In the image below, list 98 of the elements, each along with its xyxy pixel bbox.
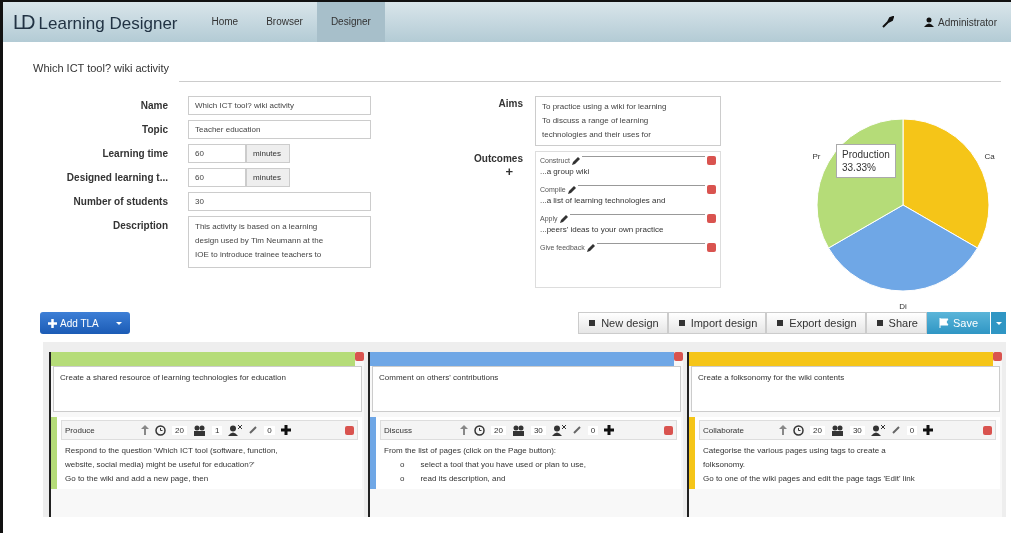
unit-addon: minutes — [246, 168, 290, 187]
description-text: Categorise the various pages using tags to create a — [703, 446, 886, 455]
description-text: Respond to the question 'Which ICT tool (software, function, — [65, 446, 278, 455]
field-label: Number of students — [72, 195, 168, 207]
delete-icon[interactable] — [664, 425, 673, 435]
activity-type-select[interactable]: Produce — [65, 425, 135, 435]
tla-title-field[interactable]: Create a shared resource of learning technologies for education — [53, 366, 362, 412]
input-field[interactable]: Teacher education — [188, 120, 371, 139]
field-label: Outcomes — [474, 153, 523, 164]
slice-label: Pr — [812, 152, 821, 161]
bullet: o — [400, 473, 405, 485]
description-text: Go to the wiki and add a new page, then — [65, 474, 209, 483]
group-size-field[interactable]: 1 — [211, 425, 223, 435]
group-icon[interactable] — [511, 424, 525, 436]
tla-title-field[interactable]: Comment on others' contributions — [372, 366, 681, 412]
field-label: Topic — [141, 123, 168, 135]
nav-tab[interactable]: Home — [197, 2, 253, 42]
resource-count[interactable]: 0 — [587, 425, 599, 435]
clock-icon[interactable] — [474, 424, 485, 436]
pencil-icon[interactable] — [586, 243, 595, 252]
button-icon — [587, 318, 598, 328]
toolbar-button[interactable]: Import design — [667, 312, 767, 334]
slice-label: Ca — [984, 152, 995, 161]
activity-type-select[interactable]: Discuss — [384, 425, 454, 435]
user-remove-icon[interactable] — [551, 424, 566, 436]
plus-icon[interactable] — [923, 425, 934, 435]
user-icon — [924, 17, 935, 27]
pencil-icon[interactable] — [559, 214, 568, 223]
button-icon — [676, 318, 687, 328]
pencil-icon[interactable] — [567, 185, 576, 194]
group-icon[interactable] — [192, 424, 206, 436]
tla-title-field[interactable]: Create a folksonomy for the wiki contents — [691, 366, 1000, 412]
toolbar-button[interactable]: Export design — [766, 312, 866, 334]
toolbar-button[interactable]: Share — [865, 312, 927, 334]
add-tla-button[interactable]: Add TLA — [40, 312, 130, 334]
arrow-icon[interactable] — [141, 425, 149, 435]
plus-icon — [48, 318, 57, 328]
delete-icon[interactable] — [983, 425, 992, 435]
input-field[interactable]: 60 — [188, 144, 246, 163]
duration-field[interactable]: 20 — [810, 425, 825, 435]
unit-addon: minutes — [246, 144, 290, 163]
group-icon[interactable] — [830, 424, 844, 436]
duration-field[interactable]: 20 — [172, 425, 187, 435]
nav-tab[interactable]: Designer — [316, 2, 385, 42]
resource-count[interactable]: 0 — [264, 425, 275, 435]
duration-field[interactable]: 20 — [491, 425, 506, 435]
app-title[interactable]: Learning Designer — [38, 13, 178, 34]
description-text: From the list of pages (click on the Page button): — [384, 446, 557, 455]
toolbar-button[interactable]: New design — [578, 312, 668, 334]
delete-icon[interactable] — [707, 243, 716, 252]
input-field[interactable]: Which ICT tool? wiki activity — [188, 96, 371, 115]
field-label: Learning time — [101, 147, 168, 159]
delete-icon[interactable] — [345, 425, 354, 435]
delete-icon[interactable] — [707, 185, 716, 194]
description-text: select a tool that you have used or plan to use, — [420, 459, 586, 471]
description-text: read its description, and — [420, 473, 506, 485]
user-remove-icon[interactable] — [870, 424, 885, 436]
user-menu[interactable]: Administrator — [924, 16, 997, 28]
outcome-text: ...peers' ideas to your own practice — [540, 225, 665, 234]
design-tab[interactable]: Which ICT tool? wiki activity — [33, 62, 170, 82]
nav-tab[interactable]: Browser — [252, 2, 317, 42]
button-icon — [874, 318, 885, 328]
resource-count[interactable]: 0 — [906, 425, 918, 435]
plus-icon[interactable] — [280, 425, 291, 435]
input-field[interactable]: 60 — [188, 168, 246, 187]
button-icon — [775, 318, 786, 328]
outcome-text: ...a group wiki — [540, 167, 591, 176]
wrench-icon[interactable] — [882, 16, 895, 28]
description-text: Go to one of the wiki pages and edit the page tags 'Edit' link — [703, 474, 915, 483]
chart-tooltip: Production 33.33% — [836, 144, 896, 178]
add-outcome-button[interactable]: + — [505, 164, 513, 179]
clock-icon[interactable] — [155, 424, 166, 436]
bullet: o — [400, 459, 405, 471]
field-label: Description — [112, 219, 168, 231]
save-menu-button[interactable] — [990, 312, 1006, 334]
arrow-icon[interactable] — [460, 425, 468, 435]
plus-icon[interactable] — [604, 425, 615, 435]
pencil-icon[interactable] — [571, 156, 580, 165]
delete-icon[interactable] — [707, 214, 716, 223]
description-text: website, social media) might be useful for education?' — [65, 460, 255, 469]
aims-field[interactable]: To practice using a wiki for learning To discuss a range of learning technologies and their uses for — [535, 96, 721, 146]
description-field[interactable]: This activity is based on a learning design used by Tim Neumann at the IOE to introduce trainee teachers to — [188, 216, 371, 268]
field-label: Name — [139, 99, 168, 111]
field-label: Designed learning t... — [65, 171, 168, 183]
group-size-field[interactable]: 30 — [849, 425, 865, 435]
logo[interactable]: LD — [13, 10, 33, 34]
outcome-text: ...a list of learning technologies and — [540, 196, 667, 205]
clock-icon[interactable] — [793, 424, 804, 436]
group-size-field[interactable]: 30 — [530, 425, 546, 435]
delete-icon[interactable] — [707, 156, 716, 165]
field-label: Aims — [497, 97, 523, 109]
input-field[interactable]: 30 — [188, 192, 371, 211]
slice-label: Di — [899, 302, 907, 311]
arrow-icon[interactable] — [779, 425, 787, 435]
user-remove-icon[interactable] — [228, 424, 243, 436]
description-text: folksonomy. — [703, 460, 746, 469]
flag-icon — [938, 318, 949, 328]
activity-type-select[interactable]: Collaborate — [703, 425, 773, 435]
